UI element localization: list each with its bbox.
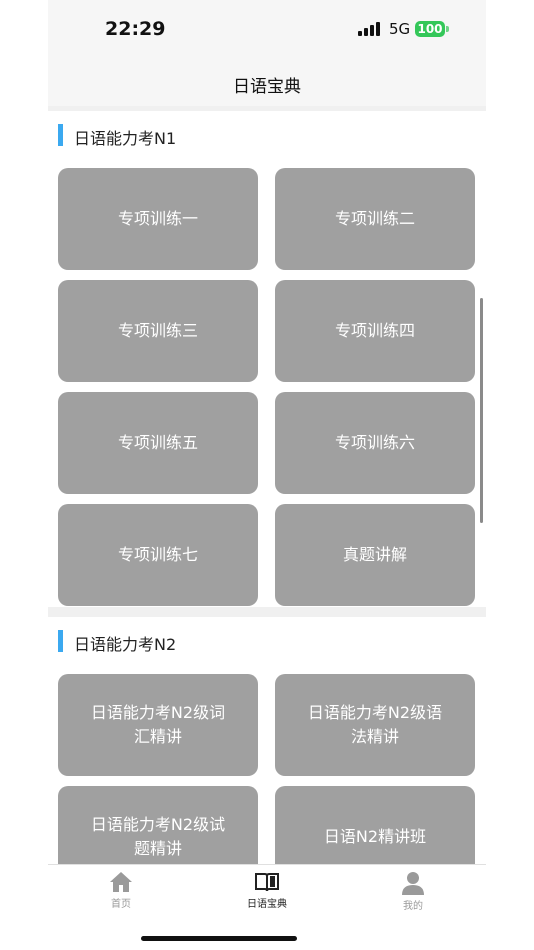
book-icon (255, 873, 279, 892)
signal-icon (358, 22, 380, 36)
course-tile[interactable]: 专项训练一 (58, 168, 258, 270)
course-tile[interactable]: 专项训练六 (275, 392, 475, 494)
course-tile[interactable]: 日语能力考N2级试题精讲 (58, 786, 258, 864)
battery-icon: 100 (415, 21, 445, 37)
section-accent-bar (58, 630, 63, 652)
section-header-n2: 日语能力考N2 (48, 617, 486, 665)
tab-dictionary[interactable]: 日语宝典 (194, 871, 340, 919)
status-bar: 22:29 5G 100 (48, 0, 486, 58)
course-tile[interactable]: 专项训练七 (58, 504, 258, 606)
n2-grid: 日语能力考N2级词汇精讲 日语能力考N2级语法精讲 日语能力考N2级试题精讲 日… (48, 665, 486, 864)
course-tile[interactable]: 日语N2精讲班 (275, 786, 475, 864)
status-time: 22:29 (105, 18, 166, 40)
section-title-n1: 日语能力考N1 (74, 129, 177, 148)
nav-bar: 日语宝典 (48, 58, 486, 106)
course-tile[interactable]: 专项训练四 (275, 280, 475, 382)
home-icon (110, 872, 132, 892)
tab-label: 我的 (403, 901, 423, 912)
tab-home[interactable]: 首页 (48, 871, 194, 919)
tab-label: 首页 (111, 899, 131, 910)
battery-tip (446, 26, 449, 32)
section-divider (48, 607, 486, 617)
course-tile[interactable]: 专项训练五 (58, 392, 258, 494)
course-tile[interactable]: 日语能力考N2级词汇精讲 (58, 674, 258, 776)
tab-label: 日语宝典 (247, 899, 287, 910)
course-tile[interactable]: 专项训练三 (58, 280, 258, 382)
user-icon (402, 872, 424, 895)
scroll-content[interactable]: 日语能力考N1 专项训练一 专项训练二 专项训练三 专项训练四 专项训练五 专项… (48, 106, 486, 864)
scrollbar[interactable] (480, 298, 483, 523)
network-type: 5G (389, 20, 411, 38)
section-title-n2: 日语能力考N2 (74, 635, 177, 654)
course-tile[interactable]: 专项训练二 (275, 168, 475, 270)
n1-grid: 专项训练一 专项训练二 专项训练三 专项训练四 专项训练五 专项训练六 专项训练… (48, 159, 486, 607)
home-indicator (141, 936, 297, 941)
section-header-n1: 日语能力考N1 (48, 111, 486, 159)
app-screen: 22:29 5G 100 日语宝典 日语能力考N1 专项训练一 专项训练二 专项… (48, 0, 486, 950)
tab-profile[interactable]: 我的 (340, 871, 486, 919)
section-accent-bar (58, 124, 63, 146)
page-title: 日语宝典 (233, 77, 301, 97)
course-tile[interactable]: 真题讲解 (275, 504, 475, 606)
course-tile[interactable]: 日语能力考N2级语法精讲 (275, 674, 475, 776)
